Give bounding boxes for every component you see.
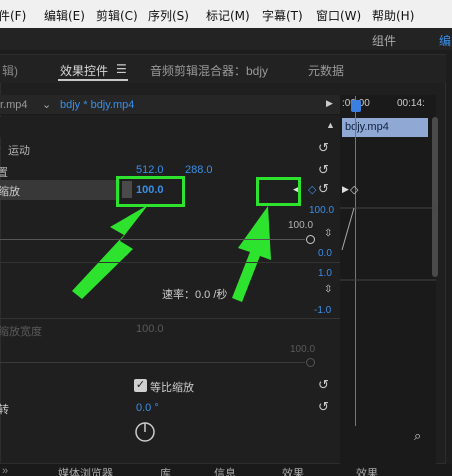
tab-libraries[interactable]: 库 (160, 465, 171, 476)
rotation-label: 转 (0, 404, 9, 416)
scale-width-slider-knob (306, 358, 315, 367)
uniform-scale-reset-icon[interactable]: ↺ (318, 377, 329, 393)
scale-slider-max: 100.0 (288, 220, 314, 231)
uniform-scale-label: 等比缩放 (150, 382, 194, 394)
tab-effects[interactable]: 效果 (282, 465, 304, 476)
scale-width-slider-track (0, 362, 305, 363)
scale-slider-track[interactable] (0, 239, 305, 240)
panel-menu-icon[interactable]: ☰ (116, 62, 127, 76)
source-clip-name[interactable]: r.mp4 (0, 99, 28, 111)
uniform-scale-row: ✓ 等比缩放 ↺ (0, 376, 340, 397)
scale-reset-icon[interactable]: ↺ (318, 181, 329, 197)
tab-info[interactable]: 信息 (214, 465, 236, 476)
rotation-value[interactable]: 0.0 ° (136, 402, 159, 414)
rotation-row: 转 0.0 ° ↺ (0, 398, 340, 419)
menu-title[interactable]: 字幕(T) (262, 7, 303, 24)
graph-zero-value: 0.0 (318, 248, 332, 259)
timeline-end-time: 00:14: (397, 98, 425, 109)
tab-effect-controls[interactable]: 效果控件 (60, 62, 108, 79)
zoom-handle-icon[interactable]: ⌕ (414, 428, 421, 444)
velocity-toggle-icon[interactable]: ⇳ (324, 284, 332, 295)
green-arrow-left (72, 205, 148, 299)
tab-media-browser[interactable]: 媒体浏览器 (58, 465, 113, 476)
play-only-icon[interactable]: ▶ (326, 98, 333, 109)
motion-fx-icon[interactable]: › (0, 142, 1, 154)
motion-reset-icon[interactable]: ↺ (318, 140, 329, 156)
panel-tabs: 辑) 效果控件 ☰ 音频剪辑混合器：bdjy 元数据 (0, 55, 446, 83)
menu-file[interactable]: 件(F) (0, 7, 26, 24)
scale-label: 缩放 (0, 186, 20, 198)
playhead-handle[interactable] (351, 100, 361, 112)
keyframe-diamond-icon[interactable]: ◇ (350, 183, 358, 196)
tab-audio-clip-mixer[interactable]: 音频剪辑混合器：bdjy (150, 62, 268, 79)
scale-width-slider-max: 100.0 (290, 344, 316, 355)
tab-left-fragment[interactable]: 辑) (2, 62, 18, 79)
sequence-clip-name[interactable]: bdjy * bdjy.mp4 (60, 99, 134, 111)
workspace-components[interactable]: 组件 (372, 32, 396, 49)
menu-window[interactable]: 窗口(W) (316, 7, 361, 24)
scale-width-value: 100.0 (136, 323, 164, 335)
scale-width-row: 缩放宽度 100.0 (0, 320, 340, 341)
tab-metadata[interactable]: 元数据 (308, 62, 344, 79)
menu-clip[interactable]: 剪辑(C) (96, 7, 138, 24)
collapse-arrow-icon[interactable]: ▲ (326, 120, 335, 130)
tab-effects-2[interactable]: 效果 (356, 465, 378, 476)
chevron-down-icon[interactable]: ⌄ (42, 98, 51, 111)
graph-top-value: 100.0 (309, 205, 335, 216)
graph-negative-value: -1.0 (314, 305, 332, 316)
position-label: 置 (0, 167, 8, 179)
bottom-tab-fragment[interactable]: » (2, 465, 8, 476)
graph-toggle-icon[interactable]: ⇳ (324, 228, 332, 239)
menu-bar: 件(F) 编辑(E) 剪辑(C) 序列(S) 标记(M) 字幕(T) 窗口(W)… (0, 0, 452, 28)
clip-selector-bar: r.mp4 ⌄ bdjy * bdjy.mp4 ▶ (0, 95, 340, 115)
green-arrow-right (232, 206, 271, 302)
velocity-graph (340, 207, 436, 281)
rotation-reset-icon[interactable]: ↺ (318, 399, 329, 415)
keyframe-arrow-icon: ▶ (342, 184, 349, 194)
position-y-value[interactable]: 288.0 (185, 164, 213, 176)
menu-marker[interactable]: 标记(M) (206, 7, 250, 24)
menu-edit[interactable]: 编辑(E) (44, 7, 85, 24)
velocity-label: 速率：0.0 /秒 (162, 289, 228, 301)
divider (0, 318, 340, 319)
scale-slider-knob[interactable] (306, 235, 315, 244)
menu-sequence[interactable]: 序列(S) (148, 7, 189, 24)
workspace-edit[interactable]: 编 (439, 32, 451, 49)
graph-one-value: 1.0 (318, 268, 332, 279)
position-x-value[interactable]: 512.0 (136, 164, 164, 176)
menu-help[interactable]: 帮助(H) (372, 7, 414, 24)
motion-row: › 运动 ↺ (0, 139, 340, 160)
uniform-scale-checkbox[interactable]: ✓ (134, 379, 147, 392)
add-keyframe-icon[interactable]: ◇ (308, 183, 316, 196)
divider (0, 262, 340, 263)
video-effects-row: ▲ (0, 117, 340, 137)
position-reset-icon[interactable]: ↺ (318, 162, 329, 178)
scale-width-label: 缩放宽度 (0, 326, 42, 338)
motion-label: 运动 (8, 145, 30, 157)
bottom-panel-tabs: » 媒体浏览器 库 信息 效果 效果 (0, 464, 452, 476)
active-tab-underline (58, 79, 128, 81)
workspace-bar: 组件 编 (0, 28, 452, 50)
rotation-dial-icon[interactable] (133, 420, 157, 444)
